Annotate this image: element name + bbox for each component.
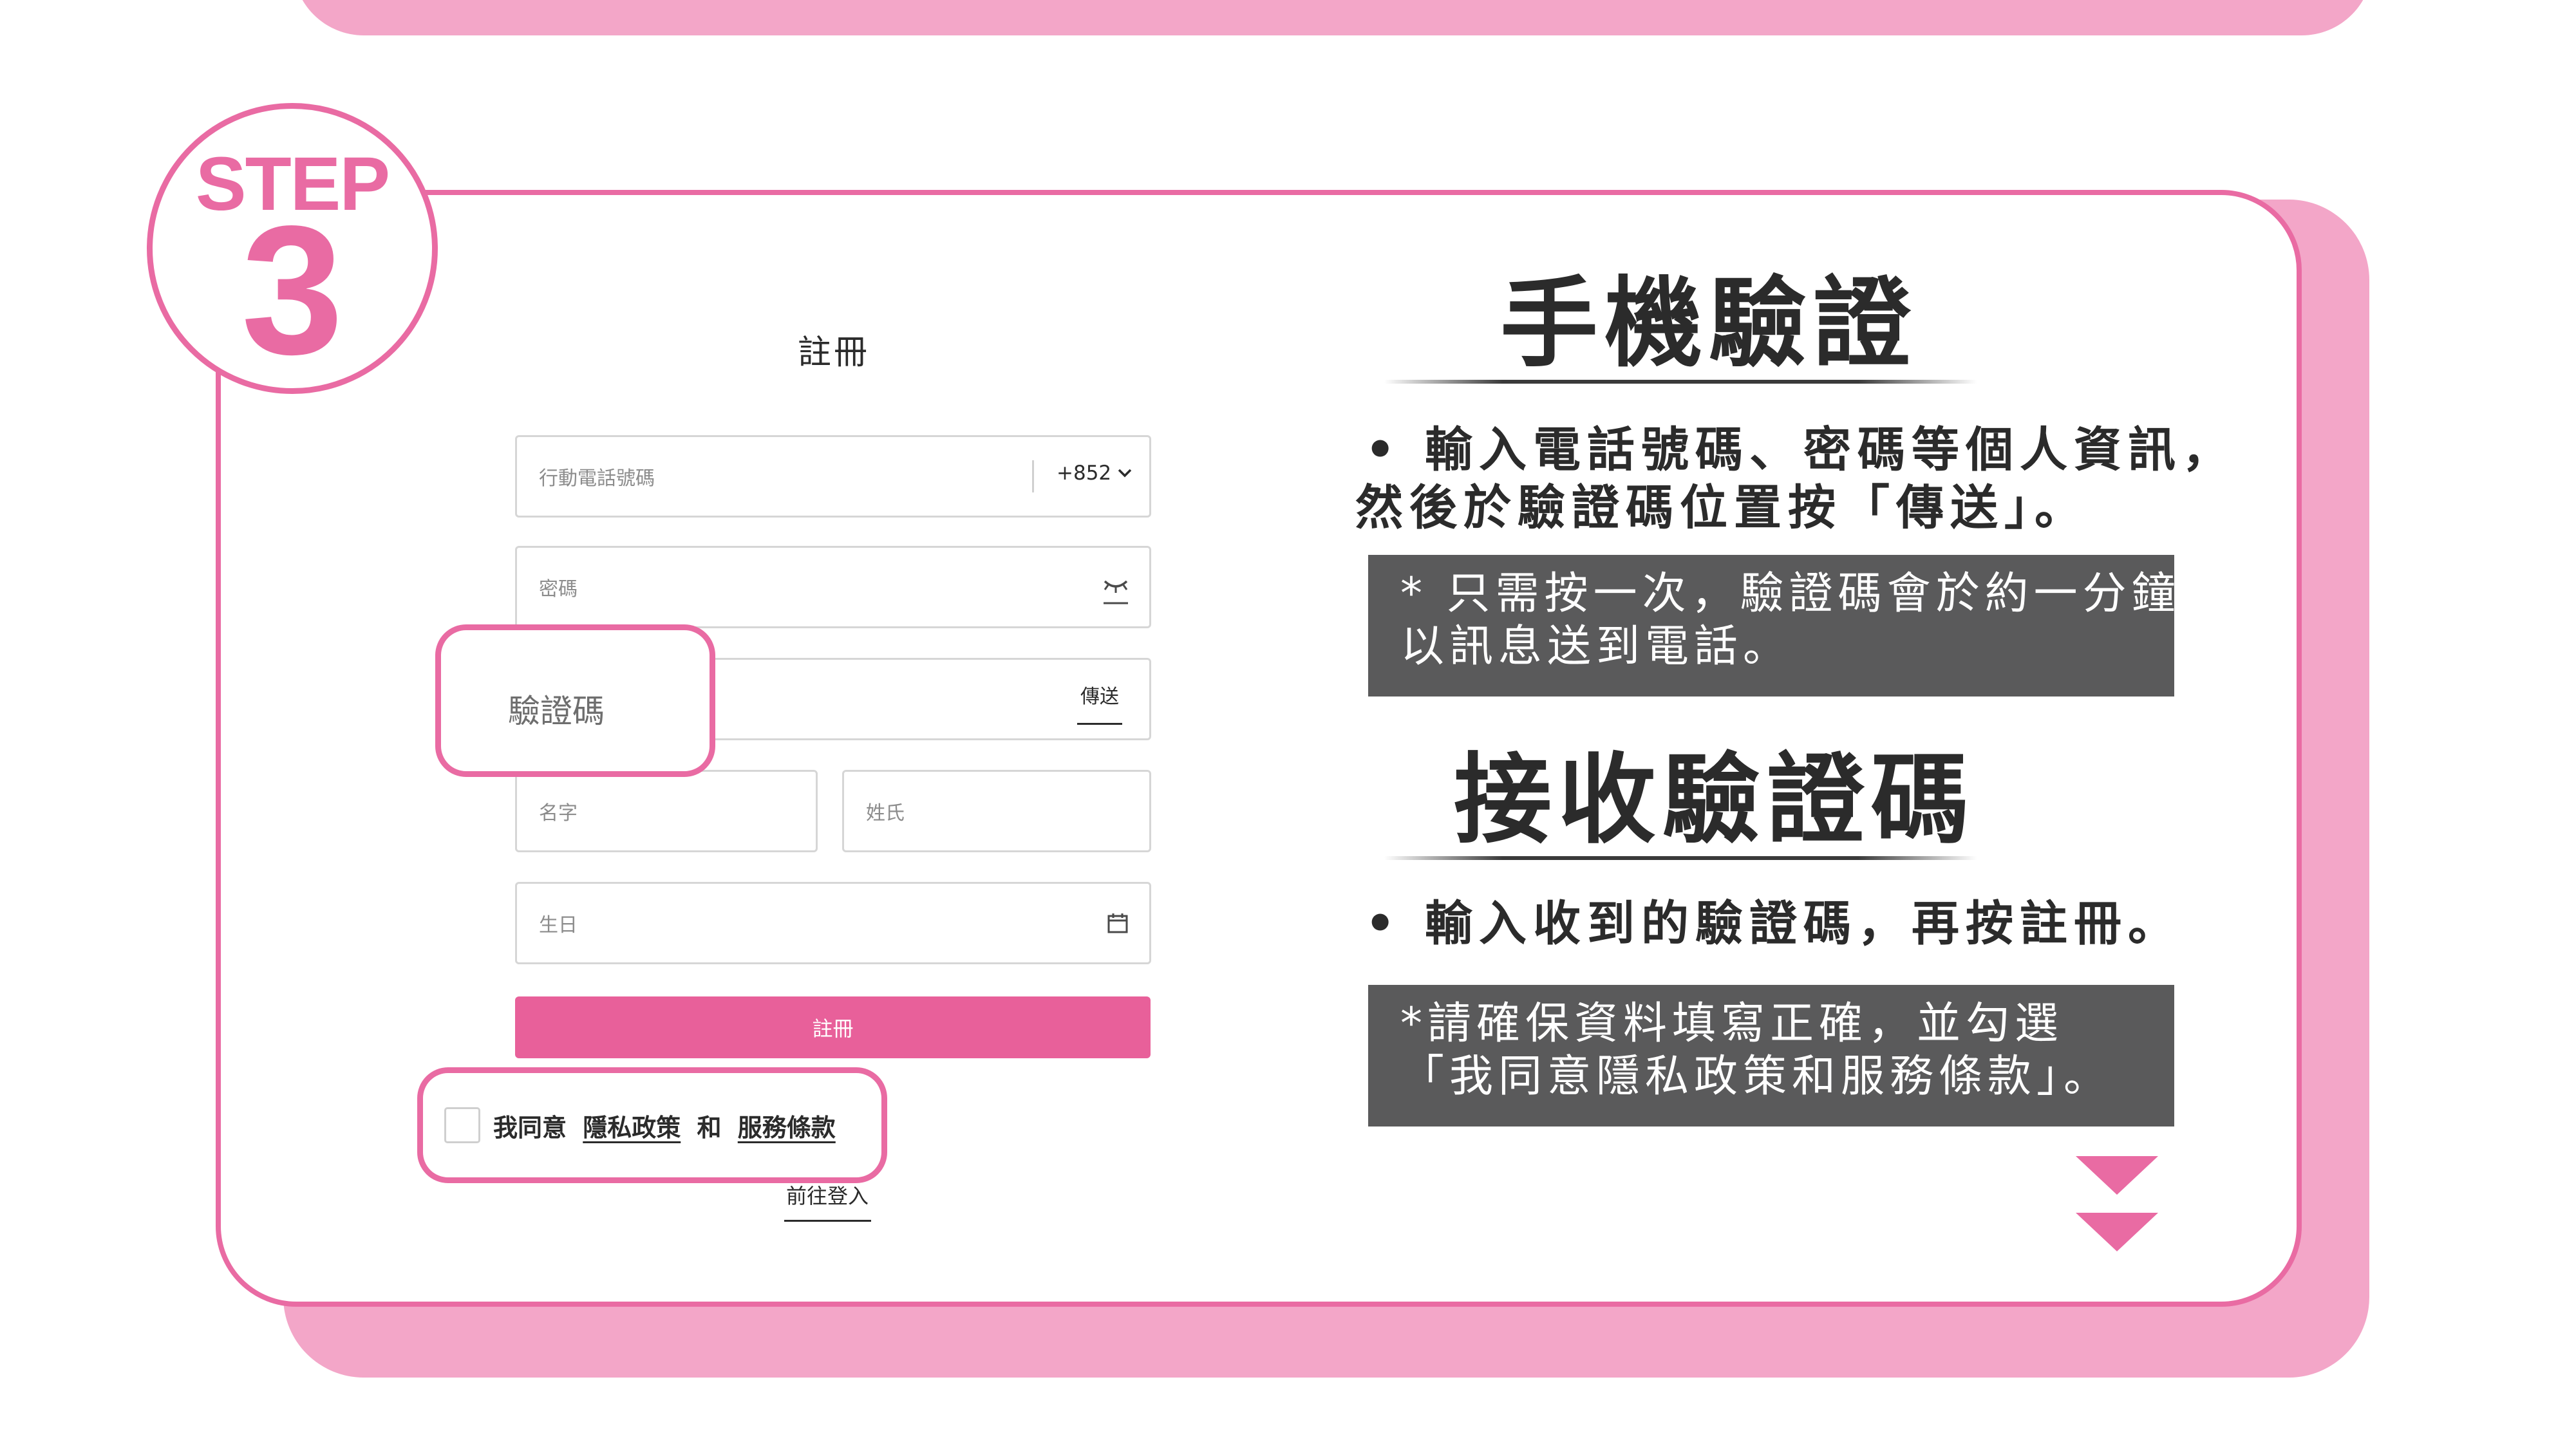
section1-note-line2: 以訊息送到電話。 <box>1400 621 1792 672</box>
triangle-down-icon <box>2076 1156 2158 1195</box>
section2-bullet: • 輸入收到的驗證碼，再按註冊。 <box>1365 896 2183 951</box>
top-decorative-band <box>293 0 2373 35</box>
section2-note-line2: 「我同意隱私政策和服務條款」。 <box>1400 1051 2113 1102</box>
step-badge: STEP 3 <box>147 103 438 394</box>
password-field[interactable]: 密碼 <box>515 546 1151 628</box>
send-code-underline <box>1077 723 1122 725</box>
section1-note: * 只需按一次，驗證碼會於約一分鐘 以訊息送到電話。 <box>1368 555 2181 696</box>
eye-closed-icon[interactable] <box>1102 575 1130 606</box>
section2-note-line1: *請確保資料填寫正確，並勾選 <box>1400 998 2064 1049</box>
register-button[interactable]: 註冊 <box>515 996 1151 1058</box>
verification-label: 驗證碼 <box>508 693 605 730</box>
agree-checkbox[interactable] <box>444 1107 480 1143</box>
calendar-icon[interactable] <box>1107 912 1129 934</box>
last-name-field[interactable]: 姓氏 <box>842 770 1151 852</box>
phone-divider <box>1032 460 1034 492</box>
country-code-value: +852 <box>1057 462 1112 485</box>
country-code-select[interactable]: +852 <box>1057 462 1133 485</box>
login-link-label: 前往登入 <box>785 1184 869 1208</box>
section1-title: 手機驗證 <box>1500 266 1917 380</box>
chevron-down-icon <box>1118 469 1132 478</box>
section2-title-underline <box>1384 856 1977 860</box>
register-button-label: 註冊 <box>812 1017 854 1040</box>
section1-title-underline <box>1384 380 1977 384</box>
phone-field[interactable]: 行動電話號碼 +852 <box>515 435 1151 518</box>
section1-bullet-line1: • 輸入電話號碼、密碼等個人資訊， <box>1365 422 2237 478</box>
section1-bullet-line2: 然後於驗證碼位置按「傳送」。 <box>1355 480 2089 536</box>
section1-note-line1: * 只需按一次，驗證碼會於約一分鐘 <box>1400 568 2181 619</box>
verification-highlight: 驗證碼 <box>435 624 715 777</box>
login-link[interactable]: 前往登入 <box>782 1180 872 1222</box>
send-code-button[interactable]: 傳送 <box>1077 680 1122 725</box>
phone-placeholder: 行動電話號碼 <box>539 467 655 490</box>
first-name-field[interactable]: 名字 <box>515 770 818 852</box>
send-code-label: 傳送 <box>1080 686 1119 708</box>
login-link-underline <box>784 1220 871 1222</box>
agree-prefix: 我同意 <box>493 1113 567 1142</box>
password-placeholder: 密碼 <box>539 578 578 601</box>
last-name-placeholder: 姓氏 <box>866 802 905 825</box>
triangle-down-icon <box>2076 1213 2158 1251</box>
birthday-field[interactable]: 生日 <box>515 882 1151 964</box>
section2-note: *請確保資料填寫正確，並勾選 「我同意隱私政策和服務條款」。 <box>1368 985 2174 1126</box>
agree-and: 和 <box>697 1113 722 1142</box>
double-triangle-down-icon <box>2076 1156 2158 1251</box>
section2-title: 接收驗證碼 <box>1454 743 1975 857</box>
birthday-placeholder: 生日 <box>539 914 578 937</box>
terms-of-service-link[interactable]: 服務條款 <box>738 1114 836 1142</box>
agree-row: 我同意 隱私政策 和 服務條款 <box>444 1107 836 1143</box>
agree-text: 我同意 隱私政策 和 服務條款 <box>493 1108 836 1143</box>
form-title: 註冊 <box>797 333 870 372</box>
privacy-policy-link[interactable]: 隱私政策 <box>583 1114 681 1142</box>
step-number: 3 <box>241 188 344 393</box>
first-name-placeholder: 名字 <box>539 802 578 825</box>
